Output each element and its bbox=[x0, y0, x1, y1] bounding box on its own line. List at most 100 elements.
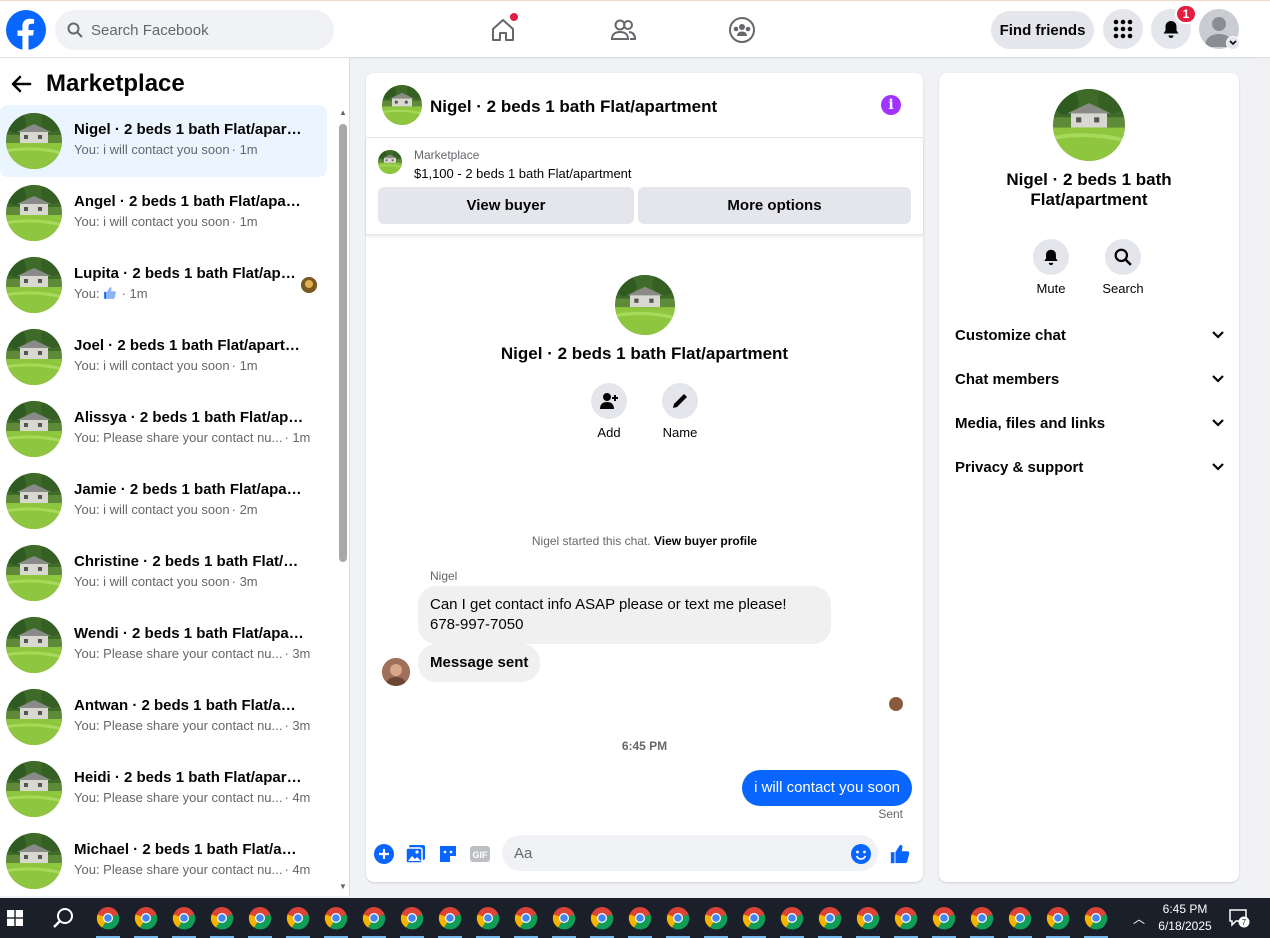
conversation-last-message: You: i will contact you soon bbox=[74, 358, 230, 373]
taskbar-browser-icon[interactable] bbox=[132, 904, 160, 938]
conversation-item[interactable]: Joel · 2 beds 1 bath Flat/apartment You: … bbox=[0, 321, 327, 393]
listing-small-thumbnail[interactable] bbox=[378, 150, 402, 174]
action-center-icon[interactable]: 7 bbox=[1228, 908, 1250, 928]
taskbar-browser-icon[interactable] bbox=[1044, 904, 1072, 938]
taskbar-browser-icon[interactable] bbox=[550, 904, 578, 938]
conversation-time: · 3m bbox=[231, 574, 258, 589]
incoming-message-bubble[interactable]: Can I get contact info ASAP please or te… bbox=[418, 586, 831, 644]
groups-icon[interactable] bbox=[725, 13, 759, 47]
marketplace-sidebar: Marketplace Nigel · 2 beds 1 bath Flat/a… bbox=[0, 58, 350, 896]
info-icon[interactable]: i bbox=[881, 95, 901, 115]
chevron-down-icon[interactable] bbox=[1226, 36, 1240, 50]
scroll-thumb[interactable] bbox=[339, 124, 347, 562]
conversation-item[interactable]: Heidi · 2 beds 1 bath Flat/apartment You:… bbox=[0, 753, 327, 825]
conversation-item[interactable]: Angel · 2 beds 1 bath Flat/apartment You:… bbox=[0, 177, 327, 249]
taskbar-browser-icon[interactable] bbox=[398, 904, 426, 938]
view-buyer-button[interactable]: View buyer bbox=[378, 187, 634, 224]
taskbar-browser-icon[interactable] bbox=[360, 904, 388, 938]
more-options-button[interactable]: More options bbox=[638, 187, 911, 224]
taskbar-browser-icon[interactable] bbox=[284, 904, 312, 938]
name-action[interactable]: Name bbox=[650, 383, 710, 440]
taskbar-search-icon[interactable] bbox=[44, 898, 82, 938]
taskbar-clock[interactable]: 6:45 PM 6/18/2025 bbox=[1156, 901, 1214, 935]
page-scrollbar[interactable] bbox=[1256, 58, 1270, 896]
taskbar-browser-icon[interactable] bbox=[94, 904, 122, 938]
find-friends-button[interactable]: Find friends bbox=[991, 11, 1094, 49]
taskbar-browser-icon[interactable] bbox=[208, 904, 236, 938]
taskbar-browser-icon[interactable] bbox=[892, 904, 920, 938]
listing-card: Marketplace $1,100 - 2 beds 1 bath Flat/… bbox=[366, 138, 923, 235]
taskbar-browser-icon[interactable] bbox=[436, 904, 464, 938]
taskbar-browser-icon[interactable] bbox=[588, 904, 616, 938]
listing-thumbnail[interactable] bbox=[382, 85, 422, 125]
taskbar-browser-icon[interactable] bbox=[626, 904, 654, 938]
sticker-icon[interactable] bbox=[437, 843, 459, 865]
outgoing-message-bubble[interactable]: i will contact you soon bbox=[742, 770, 912, 806]
chat-title[interactable]: Nigel · 2 beds 1 bath Flat/apartment bbox=[430, 97, 717, 117]
friends-icon[interactable] bbox=[606, 13, 640, 47]
sidebar-scrollbar[interactable]: ▲ ▼ bbox=[336, 106, 350, 896]
photo-icon[interactable] bbox=[405, 843, 427, 865]
taskbar-browser-icon[interactable] bbox=[664, 904, 692, 938]
taskbar-browser-icon[interactable] bbox=[246, 904, 274, 938]
facebook-logo-icon[interactable] bbox=[6, 10, 46, 50]
view-buyer-profile-link[interactable]: View buyer profile bbox=[654, 534, 757, 548]
taskbar-browser-icon[interactable] bbox=[1082, 904, 1110, 938]
home-icon[interactable] bbox=[486, 13, 520, 47]
conversation-item[interactable]: Alissya · 2 beds 1 bath Flat/apartment Yo… bbox=[0, 393, 327, 465]
taskbar-browser-icon[interactable] bbox=[1006, 904, 1034, 938]
bell-icon[interactable] bbox=[1033, 239, 1069, 275]
sender-avatar[interactable] bbox=[382, 658, 410, 686]
plus-circle-icon[interactable] bbox=[373, 843, 395, 865]
conversation-last-message: You: Please share your contact nu... bbox=[74, 718, 283, 733]
message-sent-bubble[interactable]: Message sent bbox=[418, 644, 541, 682]
add-person-icon[interactable] bbox=[591, 383, 627, 419]
search-box[interactable] bbox=[55, 10, 334, 50]
mute-action[interactable]: Mute bbox=[1021, 239, 1081, 296]
taskbar-browser-icon[interactable] bbox=[740, 904, 768, 938]
taskbar-browser-icon[interactable] bbox=[474, 904, 502, 938]
scroll-down-arrow-icon[interactable]: ▼ bbox=[339, 882, 347, 891]
thumbs-up-icon[interactable] bbox=[889, 843, 911, 865]
taskbar-browser-icon[interactable] bbox=[778, 904, 806, 938]
info-section-row[interactable]: Chat members bbox=[955, 364, 1225, 394]
taskbar-browser-icon[interactable] bbox=[816, 904, 844, 938]
listing-price[interactable]: $1,100 - 2 beds 1 bath Flat/apartment bbox=[414, 166, 632, 181]
conversation-item[interactable]: Michael · 2 beds 1 bath Flat/apartment Yo… bbox=[0, 825, 327, 897]
taskbar-browser-icon[interactable] bbox=[930, 904, 958, 938]
emoji-icon[interactable] bbox=[850, 843, 872, 865]
message-composer: GIF bbox=[366, 830, 923, 882]
menu-grid-icon[interactable] bbox=[1103, 9, 1143, 49]
search-icon[interactable] bbox=[1105, 239, 1141, 275]
chevron-up-icon[interactable]: ︿ bbox=[1133, 910, 1145, 927]
search-action[interactable]: Search bbox=[1093, 239, 1153, 296]
taskbar-browser-icon[interactable] bbox=[968, 904, 996, 938]
message-input[interactable] bbox=[502, 835, 878, 871]
gif-icon[interactable]: GIF bbox=[469, 843, 491, 865]
conversation-item[interactable]: Jamie · 2 beds 1 bath Flat/apartment You:… bbox=[0, 465, 327, 537]
info-section-row[interactable]: Media, files and links bbox=[955, 408, 1225, 438]
search-input[interactable] bbox=[91, 21, 311, 39]
taskbar-browser-icon[interactable] bbox=[512, 904, 540, 938]
conversation-item[interactable]: Wendi · 2 beds 1 bath Flat/apartment You:… bbox=[0, 609, 327, 681]
conversation-item[interactable]: Christine · 2 beds 1 bath Flat/apartment… bbox=[0, 537, 327, 609]
taskbar-browser-icon[interactable] bbox=[854, 904, 882, 938]
conversation-item[interactable]: Nigel · 2 beds 1 bath Flat/apartment You:… bbox=[0, 105, 327, 177]
info-section-row[interactable]: Customize chat bbox=[955, 320, 1225, 350]
info-section-row[interactable]: Privacy & support bbox=[955, 452, 1225, 482]
taskbar-browser-icon[interactable] bbox=[170, 904, 198, 938]
windows-start-icon[interactable] bbox=[0, 898, 30, 938]
info-avatar[interactable] bbox=[1053, 89, 1125, 161]
conversation-name: Heidi · 2 beds 1 bath Flat/apartment bbox=[74, 769, 304, 786]
conversation-item[interactable]: Lupita · 2 beds 1 bath Flat/apartment You… bbox=[0, 249, 327, 321]
taskbar-browser-icon[interactable] bbox=[702, 904, 730, 938]
back-arrow-icon[interactable] bbox=[10, 73, 32, 95]
taskbar-browser-icon[interactable] bbox=[322, 904, 350, 938]
conversation-time: · 1m bbox=[284, 430, 311, 445]
pencil-icon[interactable] bbox=[662, 383, 698, 419]
conversation-preview: You: i will contact you soon · 1m bbox=[74, 358, 314, 373]
scroll-up-arrow-icon[interactable]: ▲ bbox=[339, 108, 347, 117]
conversation-text: Antwan · 2 beds 1 bath Flat/apartment You… bbox=[74, 697, 314, 733]
conversation-item[interactable]: Antwan · 2 beds 1 bath Flat/apartment You… bbox=[0, 681, 327, 753]
add-action[interactable]: Add bbox=[579, 383, 639, 440]
